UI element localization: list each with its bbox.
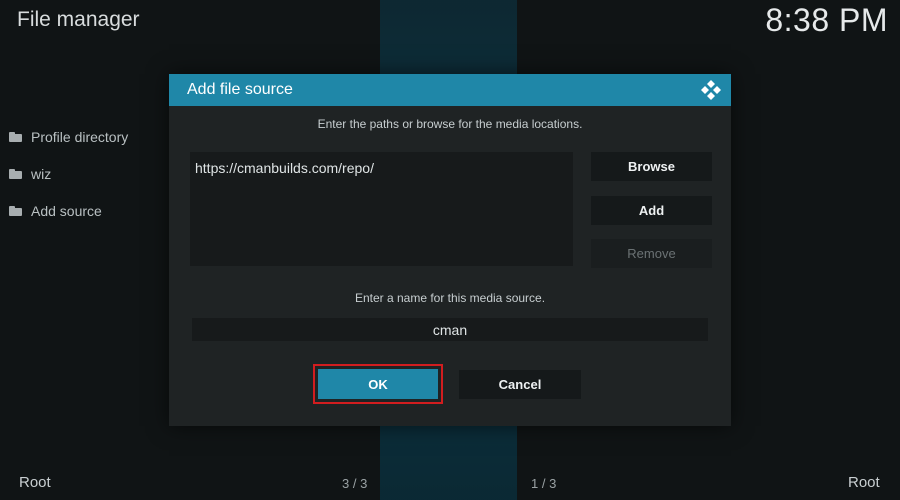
kodi-logo-icon <box>701 80 721 100</box>
footer-left-count: 3 / 3 <box>342 476 368 491</box>
ok-button[interactable]: OK <box>318 369 438 399</box>
footer-left-label: Root <box>19 474 51 491</box>
source-item-wiz[interactable]: wiz <box>9 155 128 192</box>
add-file-source-dialog: Add file source Enter the paths or brows… <box>169 74 731 426</box>
footer-right-label: Root <box>848 474 880 491</box>
cancel-button[interactable]: Cancel <box>459 370 581 399</box>
clock: 8:38 PM <box>765 2 888 38</box>
dialog-title: Add file source <box>187 81 293 98</box>
path-list[interactable]: https://cmanbuilds.com/repo/ <box>190 152 573 266</box>
browse-button[interactable]: Browse <box>591 152 712 181</box>
footer-right-count: 1 / 3 <box>531 476 557 491</box>
path-item[interactable]: https://cmanbuilds.com/repo/ <box>195 160 374 176</box>
folder-icon <box>9 168 22 179</box>
folder-icon <box>9 131 22 142</box>
source-item-add-source[interactable]: Add source <box>9 192 128 229</box>
add-button[interactable]: Add <box>591 196 712 225</box>
source-item-label: Profile directory <box>31 128 129 145</box>
name-instruction: Enter a name for this media source. <box>354 291 546 305</box>
dialog-header: Add file source <box>169 74 731 106</box>
source-list: Profile directory wiz Add source <box>9 118 128 229</box>
paths-instruction: Enter the paths or browse for the media … <box>317 117 583 131</box>
source-item-label: Add source <box>31 202 102 219</box>
folder-icon <box>9 205 22 216</box>
source-item-profile-directory[interactable]: Profile directory <box>9 118 128 155</box>
ok-button-highlight: OK <box>313 364 443 404</box>
app-title: File manager <box>17 8 140 31</box>
source-name-field[interactable]: cman <box>192 318 708 341</box>
source-item-label: wiz <box>31 165 52 182</box>
remove-button[interactable]: Remove <box>591 239 712 268</box>
